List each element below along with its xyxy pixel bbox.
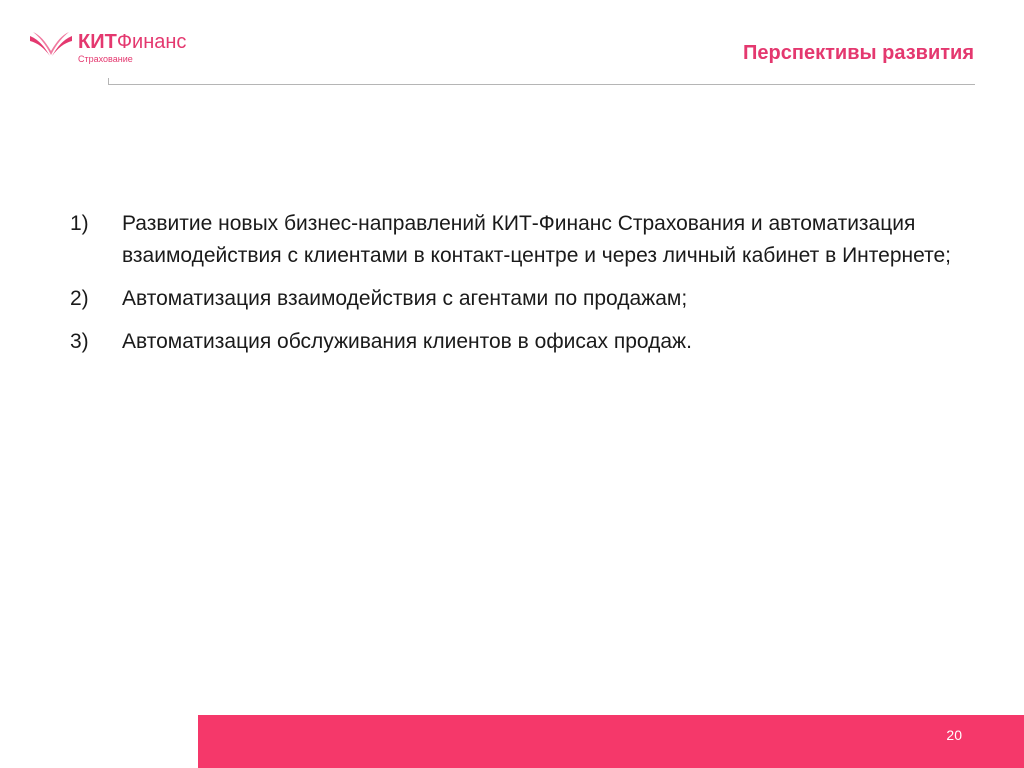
header-divider xyxy=(108,78,975,85)
list-item: 3) Автоматизация обслуживания клиентов в… xyxy=(70,326,980,358)
list-item-text: Автоматизация обслуживания клиентов в оф… xyxy=(122,330,692,353)
slide: { "logo": { "brand_bold": "КИТ", "brand_… xyxy=(0,0,1024,768)
logo-subtitle: Страхование xyxy=(78,54,133,64)
development-list: 1) Развитие новых бизнес-направлений КИТ… xyxy=(70,208,980,369)
list-item-number: 1) xyxy=(70,212,89,235)
bird-wings-icon xyxy=(30,32,72,56)
slide-title: Перспективы развития xyxy=(743,42,974,64)
list-item-number: 2) xyxy=(70,287,89,310)
list-item-number: 3) xyxy=(70,330,89,353)
page-number: 20 xyxy=(946,727,962,743)
list-item-text: Развитие новых бизнес-направлений КИТ-Фи… xyxy=(122,212,951,267)
list-item: 2) Автоматизация взаимодействия с агента… xyxy=(70,283,980,315)
list-item-text: Автоматизация взаимодействия с агентами … xyxy=(122,287,688,310)
logo-brand-regular: Финанс xyxy=(116,31,187,53)
company-logo: КИТФинанс Страхование xyxy=(28,26,208,72)
list-item: 1) Развитие новых бизнес-направлений КИТ… xyxy=(70,208,980,272)
footer-bar: 20 xyxy=(198,715,1024,768)
logo-brand-text: КИТФинанс xyxy=(78,30,186,54)
logo-brand-bold: КИТ xyxy=(78,31,117,53)
